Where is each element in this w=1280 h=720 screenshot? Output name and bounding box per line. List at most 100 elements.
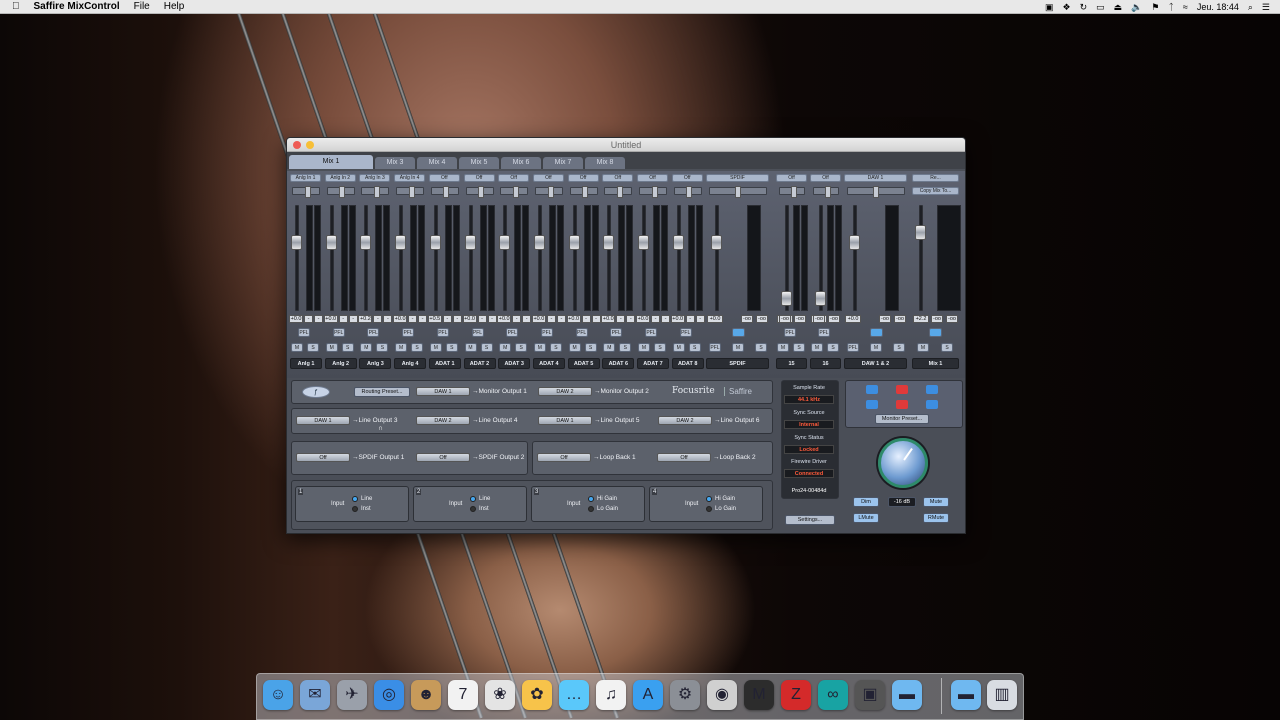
pan-slider[interactable] (813, 186, 839, 198)
mute-button[interactable]: M (917, 343, 929, 352)
sync-source-select[interactable]: Internal (784, 420, 834, 429)
tab-mix[interactable]: Mix 5 (459, 157, 499, 169)
input-option-b[interactable]: Inst (470, 506, 489, 512)
input-option-a[interactable]: Line (352, 496, 372, 502)
routing-preset-button[interactable]: Routing Preset... (354, 387, 410, 397)
tab-mix[interactable]: Mix 7 (543, 157, 583, 169)
tab-mix[interactable]: Mix 3 (375, 157, 415, 169)
channel-source-select[interactable]: Off (532, 174, 564, 182)
gain-value[interactable]: +0.0 (289, 315, 303, 323)
gain-value[interactable]: +0.0 (462, 315, 477, 323)
radio-button[interactable] (470, 496, 476, 502)
mute-button[interactable]: M (533, 343, 546, 352)
route-source-select[interactable]: Off (296, 453, 350, 462)
mute-button[interactable]: M (464, 343, 477, 352)
fader-handle[interactable] (360, 235, 372, 250)
photos-app-icon[interactable]: ❀ (485, 680, 515, 710)
mute-button[interactable]: M (325, 343, 338, 352)
search-icon[interactable]: ⌕ (1248, 2, 1253, 13)
camera-icon[interactable]: ▣ (1045, 2, 1054, 13)
app-menu[interactable]: Saffire MixControl (34, 1, 120, 12)
fader-handle[interactable] (672, 235, 684, 250)
dim-button[interactable]: Dim (853, 497, 879, 507)
monitor-select-button[interactable] (896, 400, 908, 409)
solo-button[interactable]: S (515, 343, 528, 352)
channel-source-select[interactable]: Off (776, 174, 807, 182)
menu-file[interactable]: File (134, 1, 150, 12)
filezilla-icon[interactable]: Z (781, 680, 811, 710)
app-store-icon[interactable]: A (633, 680, 663, 710)
link-button[interactable] (732, 328, 745, 337)
mute-button[interactable]: M (291, 343, 303, 352)
photos-icon[interactable]: ✿ (522, 680, 552, 710)
radio-button[interactable] (706, 496, 712, 502)
calendar-icon[interactable]: 7 (448, 680, 478, 710)
pan-slider[interactable] (465, 186, 494, 198)
gain-value[interactable]: +0.0 (393, 315, 408, 323)
channel-source-select[interactable]: Off (567, 174, 599, 182)
channel-source-select[interactable]: SPDIF (706, 174, 769, 182)
radio-button[interactable] (588, 496, 594, 502)
route-source-select[interactable]: DAW 2 (416, 416, 470, 425)
tab-mix[interactable]: Mix 1 (289, 155, 373, 169)
monitor-preset-button[interactable]: Monitor Preset... (875, 414, 929, 424)
pfl-button[interactable]: PFL (298, 328, 310, 337)
itunes-icon[interactable]: ♫ (596, 680, 626, 710)
pfl-button[interactable]: PFL (818, 328, 830, 337)
copy-mix-button[interactable]: Copy Mix To... (912, 187, 959, 195)
solo-button[interactable]: S (549, 343, 562, 352)
channel-source-select[interactable]: Off (463, 174, 495, 182)
solo-button[interactable]: S (584, 343, 597, 352)
gain-value[interactable]: +0.0 (636, 315, 650, 323)
pan-slider[interactable] (779, 186, 805, 198)
channel-source-select[interactable]: Off (637, 174, 668, 182)
flag-icon[interactable]: ⚑ (1151, 2, 1159, 13)
minimize-icon[interactable] (306, 141, 314, 149)
notifications-icon[interactable]: ☰ (1262, 2, 1270, 13)
gain-value[interactable]: +0.2 (358, 315, 373, 323)
pfl-button[interactable]: PFL (784, 328, 796, 337)
pan-slider[interactable] (430, 186, 459, 198)
gain-value[interactable]: +0.0 (323, 315, 338, 323)
disk-utility-icon[interactable]: ◉ (707, 680, 737, 710)
radio-button[interactable] (352, 506, 358, 512)
clock[interactable]: Jeu. 18:44 (1197, 2, 1239, 12)
solo-button[interactable]: S (341, 343, 354, 352)
fader-handle[interactable] (603, 235, 615, 250)
mixcontrol-icon[interactable]: M (744, 680, 774, 710)
fader-handle[interactable] (815, 291, 826, 306)
pan-slider[interactable] (326, 186, 355, 198)
input-option-a[interactable]: Hi Gain (706, 496, 735, 502)
input-option-b[interactable]: Lo Gain (706, 506, 736, 512)
solo-button[interactable]: S (411, 343, 424, 352)
route-source-select[interactable]: DAW 2 (658, 416, 712, 425)
dropbox-icon[interactable]: ❖ (1063, 2, 1071, 13)
channel-source-select[interactable]: Anlg In 2 (324, 174, 356, 182)
gain-value[interactable]: +0.0 (566, 315, 581, 323)
arduino-icon[interactable]: ∞ (818, 680, 848, 710)
eject-icon[interactable]: ⏏ (1114, 2, 1123, 13)
fader-handle[interactable] (464, 235, 476, 250)
monitor-select-button[interactable] (896, 385, 908, 394)
pfl-button[interactable]: PFL (709, 343, 721, 352)
channel-source-select[interactable]: Re... (912, 174, 959, 182)
pfl-button[interactable]: PFL (506, 328, 519, 337)
solo-button[interactable]: S (376, 343, 389, 352)
messages-icon[interactable]: … (559, 680, 589, 710)
pan-slider[interactable] (604, 186, 633, 198)
lmute-button[interactable]: LMute (853, 513, 879, 523)
pfl-button[interactable]: PFL (610, 328, 623, 337)
mute-button[interactable]: M (870, 343, 882, 352)
route-source-select[interactable]: Off (416, 453, 470, 462)
pfl-button[interactable]: PFL (367, 328, 380, 337)
pan-slider[interactable] (569, 186, 598, 198)
downloads-folder-icon[interactable]: ▬ (951, 680, 981, 710)
route-source-select[interactable]: DAW 1 (538, 416, 592, 425)
link-button[interactable] (870, 328, 883, 337)
photo-booth-icon[interactable]: ▣ (855, 680, 885, 710)
monitor-select-button[interactable] (866, 385, 878, 394)
link-button[interactable] (929, 328, 942, 337)
input-option-b[interactable]: Inst (352, 506, 371, 512)
bluetooth-icon[interactable]: ᛏ (1168, 2, 1173, 12)
pan-slider[interactable] (292, 186, 320, 198)
